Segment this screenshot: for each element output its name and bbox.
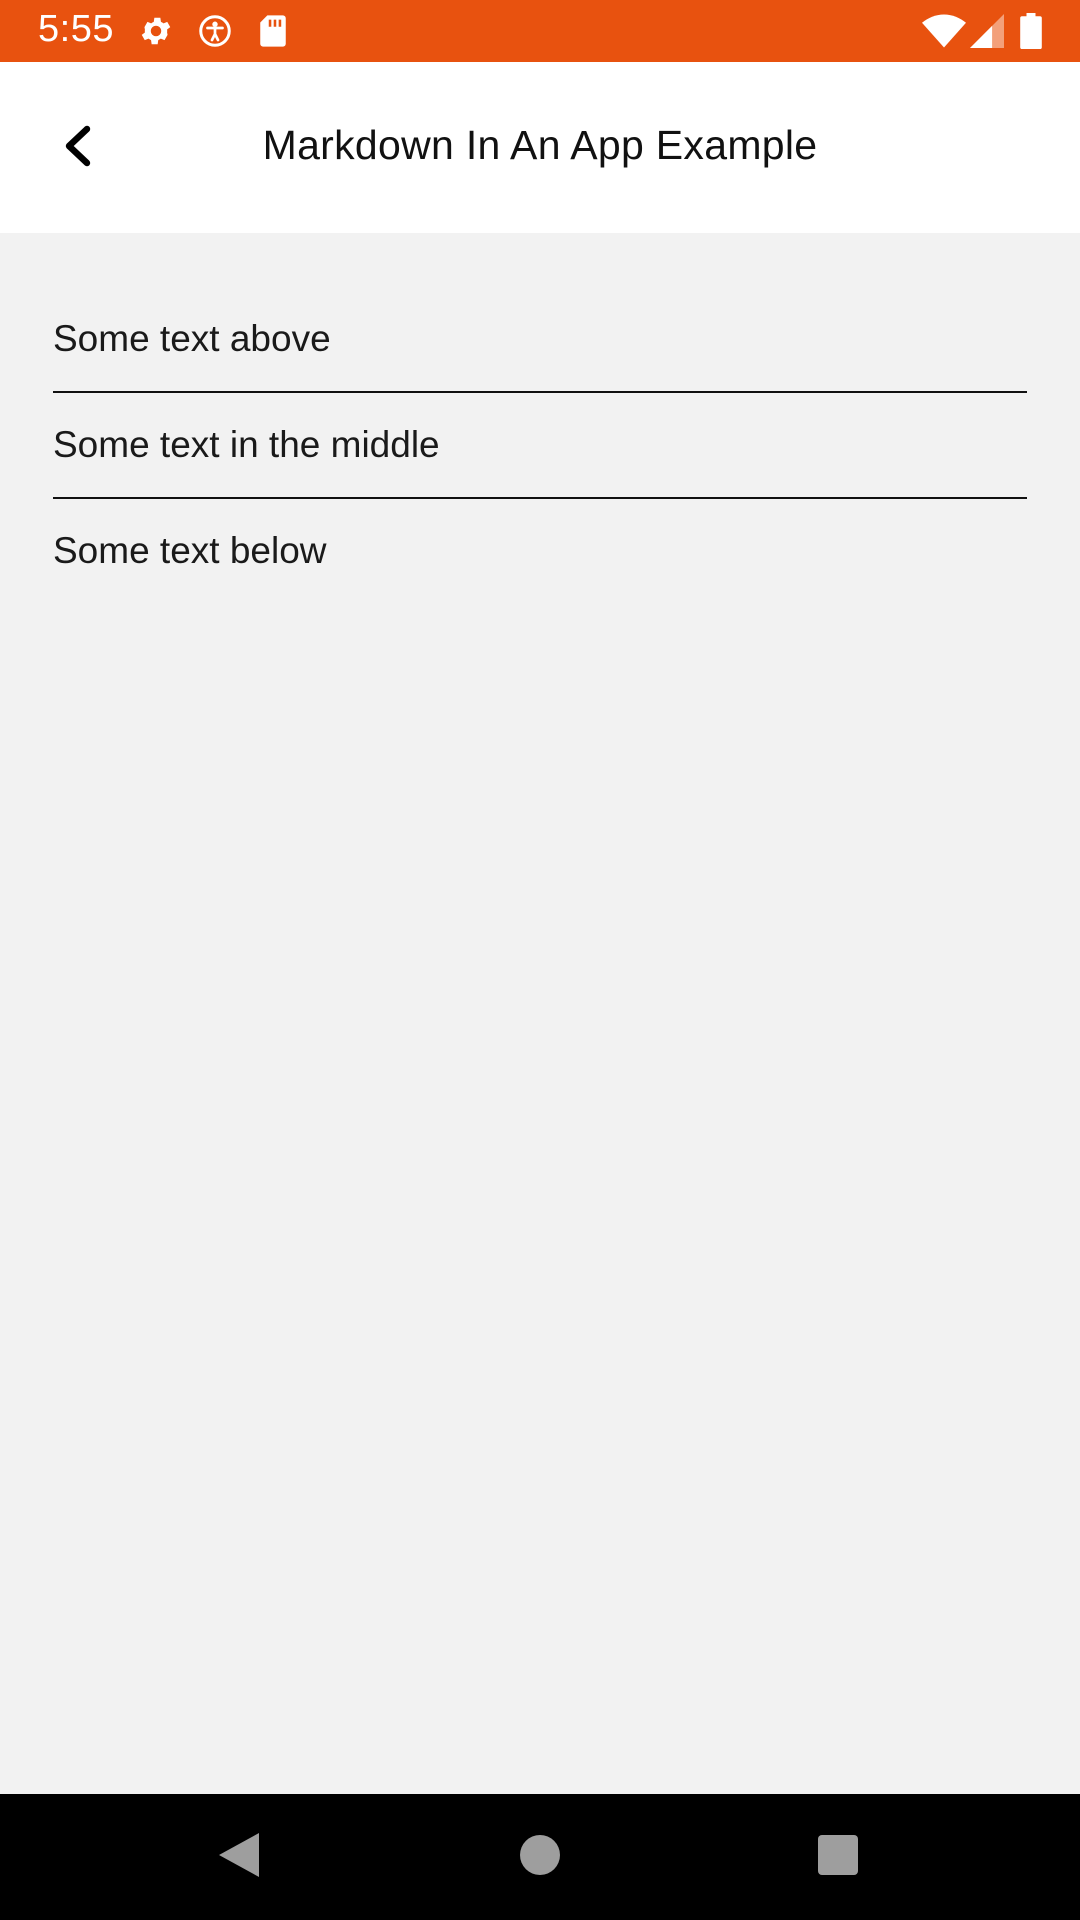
nav-home-button[interactable] (505, 1822, 575, 1892)
page-title: Markdown In An App Example (262, 122, 818, 168)
battery-icon (1012, 12, 1050, 50)
recents-square-icon (818, 1834, 858, 1880)
status-time: 5:55 (38, 8, 114, 50)
markdown-paragraph-middle: Some text in the middle (53, 424, 440, 465)
wifi-icon (922, 12, 966, 50)
system-nav-bar (0, 1794, 1080, 1920)
signal-icon (968, 12, 1006, 50)
sd-card-icon (254, 12, 292, 50)
accessibility-icon (196, 12, 234, 50)
horizontal-rule (53, 391, 1027, 393)
markdown-paragraph-above: Some text above (53, 318, 331, 359)
horizontal-rule (53, 497, 1027, 499)
home-circle-icon (520, 1834, 560, 1880)
back-triangle-icon (217, 1831, 261, 1884)
gear-icon (137, 12, 175, 50)
app-bar: Markdown In An App Example (0, 62, 1080, 233)
nav-back-button[interactable] (204, 1822, 274, 1892)
markdown-paragraph-below: Some text below (53, 530, 327, 571)
status-bar: 5:55 (0, 0, 1080, 62)
nav-recents-button[interactable] (803, 1822, 873, 1892)
